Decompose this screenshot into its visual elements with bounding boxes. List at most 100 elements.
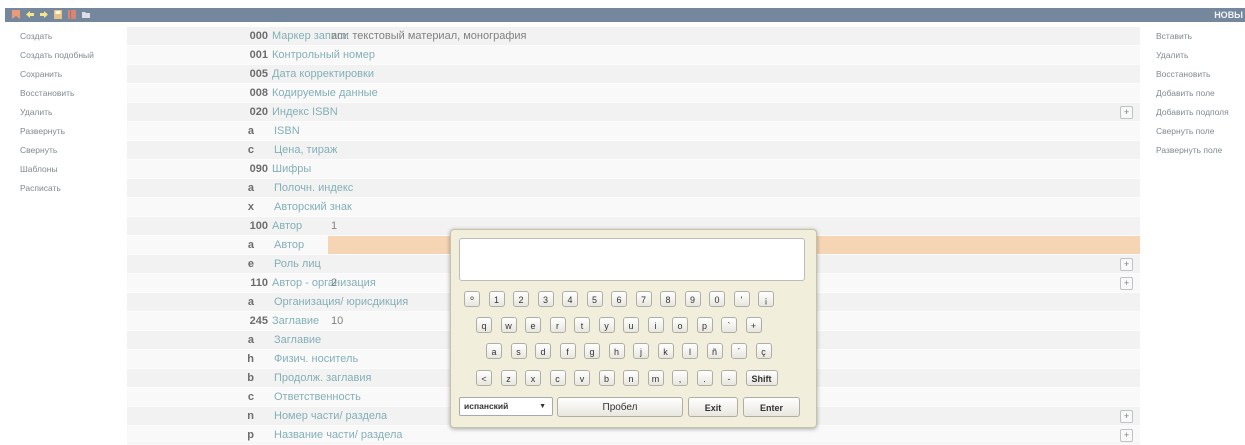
keyboard-key[interactable]: z: [500, 370, 517, 386]
field-name[interactable]: Шифры: [272, 160, 311, 179]
field-value[interactable]: [328, 141, 1140, 159]
keyboard-key[interactable]: e: [525, 317, 541, 333]
keyboard-key[interactable]: b: [598, 370, 615, 386]
keyboard-key[interactable]: 8: [660, 291, 676, 307]
field-value[interactable]: [328, 198, 1140, 216]
field-value[interactable]: [328, 84, 1140, 102]
keyboard-key[interactable]: 4: [562, 291, 578, 307]
add-subfield-button[interactable]: +: [1120, 429, 1133, 442]
keyboard-key[interactable]: a: [486, 343, 502, 359]
keyboard-key[interactable]: º: [464, 291, 480, 307]
keyboard-key[interactable]: d: [535, 343, 551, 359]
keyboard-key[interactable]: ,: [672, 370, 688, 386]
keyboard-key[interactable]: ¡: [758, 291, 774, 307]
keyboard-key[interactable]: 2: [513, 291, 529, 307]
subfield-name[interactable]: Автор: [274, 236, 304, 255]
field-value[interactable]: [328, 103, 1140, 121]
keyboard-key[interactable]: 7: [635, 291, 652, 307]
space-key[interactable]: Пробел: [557, 397, 683, 417]
language-select[interactable]: испанский ▼: [459, 397, 553, 416]
keyboard-key[interactable]: k: [657, 343, 674, 359]
left-menu-item[interactable]: Развернуть: [5, 122, 125, 141]
keyboard-key[interactable]: h: [608, 343, 625, 359]
keyboard-key[interactable]: r: [549, 317, 566, 333]
exit-key[interactable]: Exit: [688, 397, 738, 417]
add-subfield-button[interactable]: +: [1120, 258, 1133, 271]
field-value[interactable]: [328, 426, 1140, 444]
shift-key[interactable]: Shift: [745, 370, 778, 386]
forward-arrow-icon[interactable]: [39, 9, 49, 20]
left-menu-item[interactable]: Сохранить: [5, 65, 125, 84]
keyboard-key[interactable]: .: [696, 370, 713, 386]
keyboard-key[interactable]: ´: [731, 343, 747, 359]
keyboard-key[interactable]: x: [525, 370, 541, 386]
right-menu-item[interactable]: Свернуть поле: [1150, 122, 1245, 141]
field-value[interactable]: [328, 46, 1140, 64]
left-menu-item[interactable]: Создать подобный: [5, 46, 125, 65]
right-menu-item[interactable]: Восстановить: [1150, 65, 1245, 84]
keyboard-key[interactable]: 9: [684, 291, 701, 307]
keyboard-input[interactable]: [459, 238, 805, 281]
add-subfield-button[interactable]: +: [1120, 277, 1133, 290]
field-value[interactable]: [328, 122, 1140, 140]
field-value[interactable]: [328, 65, 1140, 83]
field-value[interactable]: am: текстовый материал, монография: [328, 27, 1140, 45]
subfield-name[interactable]: ISBN: [274, 122, 300, 141]
left-menu-item[interactable]: Удалить: [5, 103, 125, 122]
field-name[interactable]: Автор: [272, 217, 302, 236]
add-subfield-button[interactable]: +: [1120, 106, 1133, 119]
enter-key[interactable]: Enter: [743, 397, 800, 417]
subfield-code: a: [247, 182, 254, 194]
right-menu-item[interactable]: Вставить: [1150, 27, 1245, 46]
keyboard-key[interactable]: 5: [586, 291, 603, 307]
keyboard-key[interactable]: `: [721, 317, 737, 333]
keyboard-key[interactable]: p: [696, 317, 713, 333]
subfield-name[interactable]: Заглавие: [274, 331, 321, 350]
left-menu-item[interactable]: Расписать: [5, 179, 125, 198]
keyboard-key[interactable]: u: [623, 317, 639, 333]
right-menu-item[interactable]: Добавить поле: [1150, 84, 1245, 103]
keyboard-key[interactable]: i: [647, 317, 664, 333]
right-menu-item[interactable]: Удалить: [1150, 46, 1245, 65]
keyboard-key[interactable]: t: [574, 317, 590, 333]
field-value[interactable]: [328, 179, 1140, 197]
keyboard-key[interactable]: 3: [537, 291, 554, 307]
right-menu-item[interactable]: Развернуть поле: [1150, 141, 1245, 160]
left-menu-item[interactable]: Свернуть: [5, 141, 125, 160]
keyboard-key[interactable]: s: [510, 343, 527, 359]
keyboard-key[interactable]: o: [672, 317, 688, 333]
keyboard-key[interactable]: f: [559, 343, 576, 359]
keyboard-key[interactable]: ç: [755, 343, 772, 359]
keyboard-key[interactable]: ': [733, 291, 750, 307]
keyboard-key[interactable]: j: [633, 343, 649, 359]
right-menu-item[interactable]: Добавить подполя: [1150, 103, 1245, 122]
bookmark-icon[interactable]: [11, 9, 21, 20]
keyboard-key[interactable]: q: [476, 317, 492, 333]
back-arrow-icon[interactable]: [25, 9, 35, 20]
left-menu-item[interactable]: Шаблоны: [5, 160, 125, 179]
add-subfield-button[interactable]: +: [1120, 410, 1133, 423]
keyboard-key[interactable]: w: [500, 317, 517, 333]
keyboard-key[interactable]: -: [721, 370, 737, 386]
keyboard-key[interactable]: 0: [709, 291, 725, 307]
keyboard-key[interactable]: l: [682, 343, 698, 359]
field-value[interactable]: [328, 160, 1140, 178]
folder-icon[interactable]: [81, 9, 91, 20]
keyboard-key[interactable]: c: [549, 370, 566, 386]
keyboard-key[interactable]: <: [476, 370, 492, 386]
left-menu-item[interactable]: Создать: [5, 27, 125, 46]
keyboard-key[interactable]: 6: [611, 291, 627, 307]
keyboard-key[interactable]: 1: [488, 291, 505, 307]
keyboard-key[interactable]: m: [647, 370, 664, 386]
keyboard-key[interactable]: v: [574, 370, 590, 386]
keyboard-key[interactable]: y: [598, 317, 615, 333]
keyboard-key[interactable]: +: [745, 317, 762, 333]
book-icon[interactable]: [67, 9, 77, 20]
keyboard-key[interactable]: ñ: [706, 343, 723, 359]
keyboard-key[interactable]: n: [623, 370, 639, 386]
subfield-name[interactable]: Роль лиц: [274, 255, 321, 274]
keyboard-key[interactable]: g: [584, 343, 600, 359]
field-name[interactable]: Заглавие: [272, 312, 319, 331]
left-menu-item[interactable]: Восстановить: [5, 84, 125, 103]
save-icon[interactable]: [53, 9, 63, 20]
